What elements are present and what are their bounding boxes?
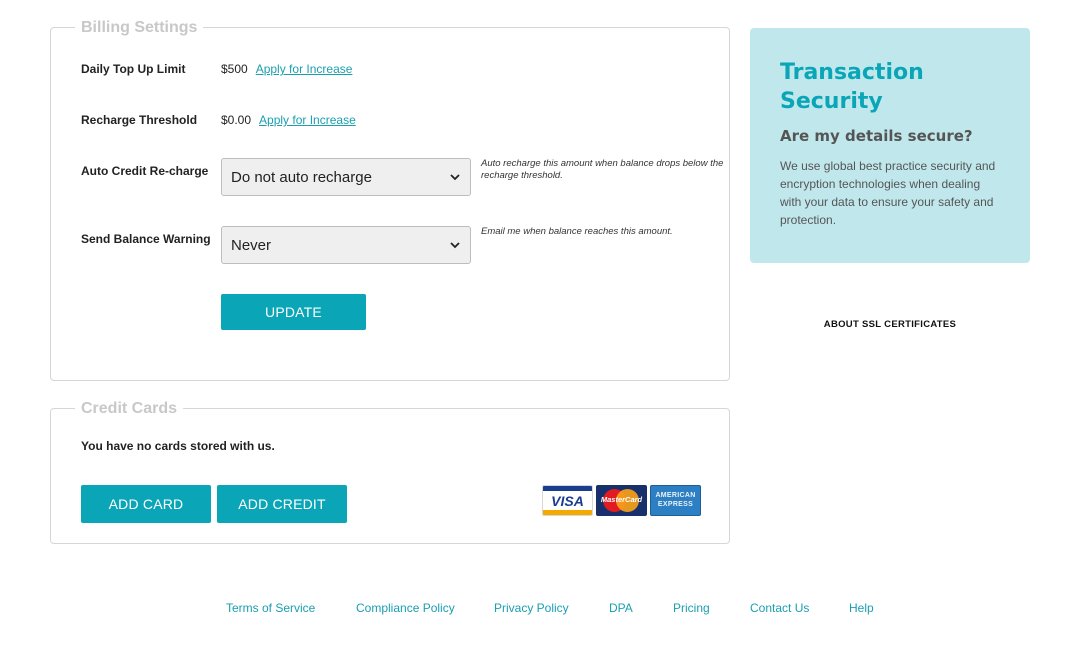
footer-privacy-link[interactable]: Privacy Policy	[494, 601, 569, 615]
chevron-down-icon	[449, 171, 461, 183]
add-card-button[interactable]: ADD CARD	[81, 485, 211, 523]
balance-warning-select[interactable]: Never	[221, 226, 471, 264]
footer-terms-link[interactable]: Terms of Service	[226, 601, 315, 615]
footer-help-link[interactable]: Help	[849, 601, 874, 615]
daily-top-up-value: $500	[221, 62, 248, 76]
recharge-threshold-label: Recharge Threshold	[81, 113, 198, 127]
billing-settings-panel: Billing Settings Daily Top Up Limit $500…	[50, 18, 730, 381]
daily-top-up-apply-link[interactable]: Apply for Increase	[256, 62, 353, 76]
security-text: We use global best practice security and…	[780, 159, 996, 227]
auto-credit-label: Auto Credit Re-charge	[81, 164, 209, 178]
transaction-security-box: Transaction Security Are my details secu…	[750, 28, 1030, 263]
footer-contact-link[interactable]: Contact Us	[750, 601, 809, 615]
visa-logo: VISA	[542, 485, 593, 516]
balance-warning-selected-value: Never	[231, 236, 272, 254]
recharge-threshold-value-group: $0.00 Apply for Increase	[221, 113, 356, 127]
security-subtitle: Are my details secure?	[780, 127, 973, 145]
balance-warning-hint: Email me when balance reaches this amoun…	[481, 226, 673, 237]
recharge-threshold-apply-link[interactable]: Apply for Increase	[259, 113, 356, 127]
security-title: Transaction Security	[780, 60, 924, 114]
credit-cards-panel: Credit Cards You have no cards stored wi…	[50, 399, 730, 544]
auto-credit-selected-value: Do not auto recharge	[231, 168, 372, 186]
balance-warning-label: Send Balance Warning	[81, 232, 211, 246]
credit-cards-legend: Credit Cards	[75, 399, 184, 419]
auto-credit-hint: Auto recharge this amount when balance d…	[481, 158, 724, 181]
ssl-certificates-link[interactable]: ABOUT SSL CERTIFICATES	[750, 319, 1030, 330]
footer-compliance-link[interactable]: Compliance Policy	[356, 601, 455, 615]
no-cards-message: You have no cards stored with us.	[81, 439, 275, 453]
footer-dpa-link[interactable]: DPA	[609, 601, 633, 615]
update-button[interactable]: UPDATE	[221, 294, 366, 330]
billing-settings-legend: Billing Settings	[75, 18, 204, 38]
daily-top-up-label: Daily Top Up Limit	[81, 62, 186, 76]
add-credit-button[interactable]: ADD CREDIT	[217, 485, 347, 523]
auto-credit-select[interactable]: Do not auto recharge	[221, 158, 471, 196]
mastercard-logo: MasterCard	[596, 485, 647, 516]
footer-pricing-link[interactable]: Pricing	[673, 601, 710, 615]
chevron-down-icon	[449, 239, 461, 251]
recharge-threshold-value: $0.00	[221, 113, 252, 127]
accepted-cards: VISA MasterCard AMERICAN EXPRESS	[542, 485, 701, 516]
daily-top-up-value-group: $500 Apply for Increase	[221, 62, 352, 76]
amex-logo: AMERICAN EXPRESS	[650, 485, 701, 516]
